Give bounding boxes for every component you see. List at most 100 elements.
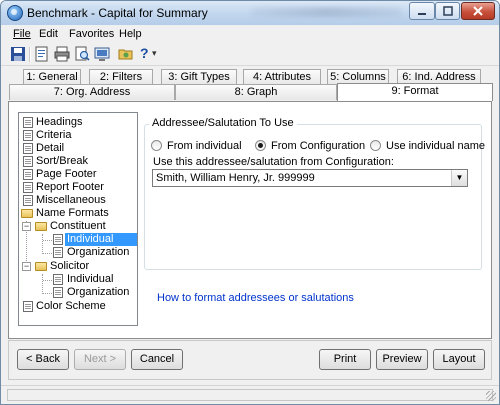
tab-ind-address-label: 6: Ind. Address bbox=[402, 71, 476, 83]
layout-button[interactable]: Layout bbox=[433, 349, 485, 370]
minimize-icon bbox=[418, 13, 426, 15]
save-icon[interactable] bbox=[10, 46, 26, 62]
tab-filters-label: 2: Filters bbox=[99, 71, 143, 83]
collapse-icon[interactable]: − bbox=[22, 222, 31, 231]
tree-connector bbox=[43, 253, 52, 254]
radio-button[interactable] bbox=[370, 140, 381, 151]
tree-item-label: Detail bbox=[36, 142, 65, 154]
page-icon bbox=[23, 130, 33, 141]
tab-gift-types-label: 3: Gift Types bbox=[168, 71, 230, 83]
groupbox-title: Addressee/Salutation To Use bbox=[149, 117, 297, 129]
tree-item-label: Name Formats bbox=[36, 207, 109, 219]
page-icon bbox=[53, 247, 63, 258]
next-button[interactable]: Next > bbox=[74, 349, 126, 370]
blurred-title-area bbox=[251, 7, 401, 17]
print-icon[interactable] bbox=[54, 46, 70, 62]
menu-favorites-label: Favorites bbox=[69, 28, 115, 40]
page-icon bbox=[23, 156, 33, 167]
menu-help-label: Help bbox=[119, 28, 142, 40]
title-bar[interactable]: Benchmark - Capital for Summary bbox=[1, 1, 499, 26]
tree-connector bbox=[42, 274, 43, 294]
tab-format[interactable]: 9: Format bbox=[337, 83, 493, 101]
tree-item-label: Color Scheme bbox=[36, 300, 106, 312]
tab-graph[interactable]: 8: Graph bbox=[175, 84, 337, 100]
help-link[interactable]: How to format addressees or salutations bbox=[157, 292, 354, 304]
tree-item-label: Constituent bbox=[50, 220, 106, 232]
tree-item-label: Sort/Break bbox=[36, 155, 88, 167]
addressee-select[interactable]: Smith, William Henry, Jr. 999999 ▼ bbox=[152, 169, 468, 187]
menu-favorites[interactable]: Favorites bbox=[69, 28, 114, 40]
tree-item-constituent-individual[interactable]: Individual bbox=[53, 233, 137, 246]
folder-open-icon bbox=[21, 209, 33, 218]
tree-item-label: Organization bbox=[67, 246, 130, 258]
menu-file[interactable]: File bbox=[13, 28, 31, 40]
page-icon bbox=[23, 169, 33, 180]
combo-label: Use this addressee/salutation from Confi… bbox=[153, 156, 394, 168]
tree-item-label: Individual bbox=[67, 273, 114, 285]
tab-filters[interactable]: 2: Filters bbox=[89, 69, 153, 85]
page-icon bbox=[23, 143, 33, 154]
tree-connector bbox=[43, 280, 52, 281]
page-icon bbox=[53, 234, 63, 245]
tree-item-label: Miscellaneous bbox=[36, 194, 106, 206]
radio-button[interactable] bbox=[151, 140, 162, 151]
radio-label: From Configuration bbox=[271, 140, 366, 152]
minimize-button[interactable] bbox=[409, 2, 435, 20]
maximize-button[interactable] bbox=[435, 2, 460, 20]
back-button[interactable]: < Back bbox=[17, 349, 69, 370]
tab-attributes-label: 4: Attributes bbox=[252, 71, 312, 83]
toolbar-separator bbox=[29, 47, 31, 62]
tree-connector bbox=[43, 293, 52, 294]
tab-general[interactable]: 1: General bbox=[23, 69, 81, 85]
tab-graph-label: 8: Graph bbox=[234, 86, 278, 98]
menu-bar: File Edit Favorites Help bbox=[1, 25, 499, 43]
folder-open-icon bbox=[35, 222, 47, 231]
page-icon bbox=[23, 195, 33, 206]
print-preview-icon[interactable] bbox=[74, 46, 90, 62]
menu-help[interactable]: Help bbox=[119, 28, 142, 40]
tree-item-label: Solicitor bbox=[50, 260, 90, 272]
collapse-icon[interactable]: − bbox=[22, 262, 31, 271]
radio-button-checked[interactable] bbox=[255, 140, 266, 151]
tree-item-label: Report Footer bbox=[36, 181, 104, 193]
tree-item-label-selected: Individual bbox=[65, 233, 137, 246]
folder-open-icon bbox=[35, 262, 47, 271]
tab-attributes[interactable]: 4: Attributes bbox=[243, 69, 321, 85]
radio-label: Use individual name bbox=[386, 140, 486, 152]
resize-grip-icon[interactable] bbox=[486, 391, 496, 401]
page-icon bbox=[53, 287, 63, 298]
tab-format-label: 9: Format bbox=[391, 85, 439, 97]
maximize-icon bbox=[442, 6, 453, 16]
close-button[interactable] bbox=[461, 2, 495, 20]
open-folder-icon[interactable] bbox=[118, 46, 134, 62]
page-icon bbox=[23, 182, 33, 193]
radio-label: From individual bbox=[167, 140, 242, 152]
page-icon bbox=[23, 301, 33, 312]
help-icon[interactable]: ? bbox=[140, 45, 149, 61]
properties-icon[interactable] bbox=[34, 46, 50, 62]
status-pane bbox=[7, 389, 493, 401]
select-value: Smith, William Henry, Jr. 999999 bbox=[156, 172, 315, 184]
app-logo-icon bbox=[7, 5, 23, 21]
tab-general-label: 1: General bbox=[26, 71, 78, 83]
tab-org-address[interactable]: 7: Org. Address bbox=[9, 84, 175, 100]
tab-gift-types[interactable]: 3: Gift Types bbox=[161, 69, 237, 85]
menu-edit-label: Edit bbox=[39, 28, 58, 40]
tree-item-label: Organization bbox=[67, 286, 130, 298]
export-icon[interactable] bbox=[94, 46, 110, 62]
preview-button[interactable]: Preview bbox=[376, 349, 428, 370]
help-dropdown-icon[interactable]: ▾ bbox=[152, 48, 157, 59]
menu-edit[interactable]: Edit bbox=[39, 28, 58, 40]
app-window: Benchmark - Capital for Summary File Edi… bbox=[0, 0, 500, 405]
cancel-button[interactable]: Cancel bbox=[131, 349, 183, 370]
close-icon bbox=[473, 6, 483, 16]
tree-connector bbox=[43, 240, 52, 241]
tree-item-label: Headings bbox=[36, 116, 83, 128]
window-title: Benchmark - Capital for Summary bbox=[27, 6, 208, 20]
tab-org-address-label: 7: Org. Address bbox=[53, 86, 131, 98]
format-tree[interactable]: Headings Criteria Detail Sort/Break Page… bbox=[18, 112, 138, 326]
chevron-down-icon[interactable]: ▼ bbox=[451, 170, 467, 186]
print-button[interactable]: Print bbox=[319, 349, 371, 370]
tree-connector bbox=[42, 234, 43, 254]
menu-file-label: File bbox=[13, 28, 31, 40]
